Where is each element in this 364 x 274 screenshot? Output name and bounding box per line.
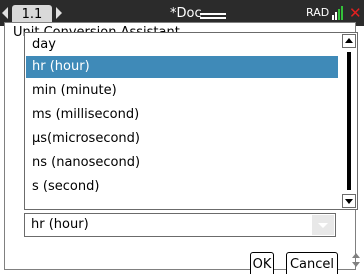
list-item[interactable]: s (second) xyxy=(26,176,338,198)
battery-icon xyxy=(200,13,226,19)
scroll-up-icon[interactable] xyxy=(342,34,356,48)
calculator-screen: 1.1 *Doc RAD ✕ Unit Conversion Assistant… xyxy=(0,0,364,274)
angle-mode-label: RAD xyxy=(306,6,330,19)
list-item[interactable]: ms (millisecond) xyxy=(26,104,338,126)
cancel-button[interactable]: Cancel xyxy=(286,252,338,274)
chevron-right-icon[interactable] xyxy=(56,7,62,19)
document-title: *Doc xyxy=(170,6,202,21)
page-scroll-down-icon[interactable] xyxy=(352,262,360,267)
list-item[interactable]: day xyxy=(26,34,338,56)
list-item[interactable]: min (minute) xyxy=(26,80,338,102)
list-item[interactable]: μs(microsecond) xyxy=(26,128,338,150)
unit-select[interactable]: hr (hour) xyxy=(24,213,336,237)
list-item[interactable]: ns (nanosecond) xyxy=(26,152,338,174)
unit-select-value: hr (hour) xyxy=(31,217,89,232)
unit-dropdown-list[interactable]: day hr (hour) min (minute) ms (milliseco… xyxy=(24,32,358,210)
ok-button[interactable]: OK xyxy=(250,252,274,274)
list-scrollbar[interactable] xyxy=(342,34,356,208)
chevron-left-icon[interactable] xyxy=(2,7,8,19)
page-scroll-up-icon[interactable] xyxy=(352,253,360,258)
scroll-down-icon[interactable] xyxy=(342,194,356,208)
scrollbar-thumb[interactable] xyxy=(347,52,351,190)
close-icon[interactable]: ✕ xyxy=(349,6,363,21)
list-item[interactable]: hr (hour) xyxy=(26,56,338,78)
chevron-down-icon[interactable] xyxy=(312,215,334,235)
signal-icon xyxy=(332,6,343,20)
